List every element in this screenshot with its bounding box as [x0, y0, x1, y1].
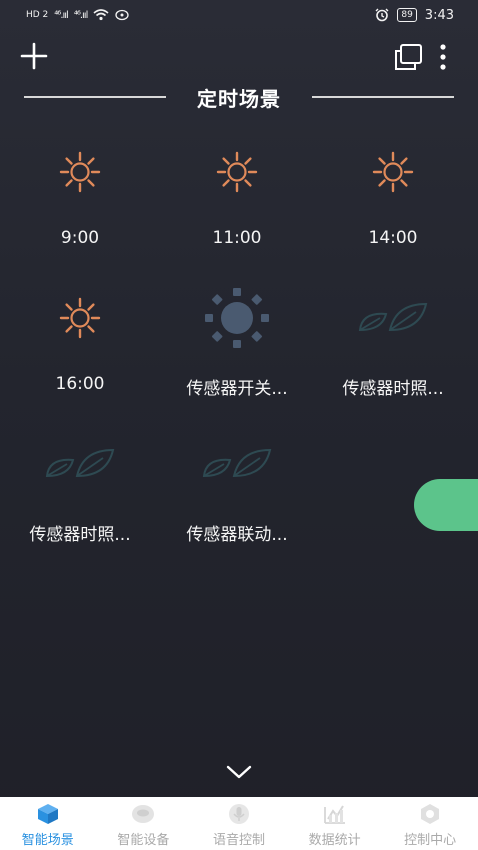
scene-label: 传感器时照... [342, 379, 444, 399]
chart-icon [323, 805, 345, 824]
floating-action-button[interactable] [414, 479, 478, 531]
sun-outline-icon [56, 148, 104, 200]
scene-item[interactable]: 传感器开关... [159, 288, 315, 408]
tab-label: 语音控制 [212, 833, 265, 848]
sun-outline-icon [369, 148, 417, 200]
section-title-row: 定时场景 [0, 78, 478, 116]
chevron-down-icon[interactable] [224, 762, 254, 782]
microphone-icon [228, 804, 249, 824]
tab-smart-device[interactable]: 智能设备 [96, 797, 192, 850]
add-icon[interactable] [20, 42, 48, 70]
tab-data-statistics[interactable]: 数据统计 [287, 797, 383, 850]
scene-item[interactable]: 11:00 [159, 142, 315, 262]
hexagon-icon [421, 804, 440, 824]
scene-item[interactable]: 16:00 [2, 288, 158, 408]
scene-label: 传感器开关... [186, 379, 288, 399]
scene-item[interactable]: 传感器联动... [159, 434, 315, 554]
scene-item[interactable]: 传感器时照... [315, 288, 471, 408]
copy-icon[interactable] [393, 43, 423, 71]
sun-outline-icon [213, 148, 261, 200]
status-left: HD 2 ⁴⁶.ııl ⁴⁶.ııl [26, 9, 130, 21]
hd-indicator: HD 2 [26, 10, 49, 20]
more-menu-icon[interactable] [438, 43, 448, 71]
tab-label: 智能场景 [21, 833, 74, 848]
page-title: 定时场景 [197, 86, 281, 111]
scene-item[interactable]: 14:00 [315, 142, 471, 262]
sun-outline-icon [56, 294, 104, 346]
bottom-tab-bar: 智能场景 智能设备 语音控制 数据统计 控制中心 [0, 797, 478, 850]
clock: 3:43 [424, 7, 454, 23]
leaf-icon [43, 446, 117, 484]
title-divider-right [312, 96, 454, 98]
scene-label: 传感器时照... [29, 525, 131, 545]
scene-item[interactable]: 9:00 [2, 142, 158, 262]
status-right: 89 3:43 [375, 8, 454, 23]
tab-label: 数据统计 [308, 833, 361, 848]
title-divider-left [24, 96, 166, 98]
tab-smart-scene[interactable]: 智能场景 [0, 797, 96, 850]
tab-control-center[interactable]: 控制中心 [382, 797, 478, 850]
signal-1-icon: ⁴⁶.ııl [54, 9, 68, 21]
leaf-icon [356, 300, 430, 338]
scene-label: 9:00 [60, 228, 100, 248]
alarm-icon [375, 8, 389, 22]
scene-label: 16:00 [55, 374, 105, 394]
tab-label: 智能设备 [117, 833, 170, 848]
scene-label: 11:00 [212, 228, 262, 248]
scene-label: 14:00 [368, 228, 418, 248]
device-icon [132, 805, 155, 823]
cube-icon [37, 804, 58, 824]
top-bar [0, 38, 478, 78]
scene-label: 传感器联动... [186, 525, 288, 545]
scene-item[interactable]: 传感器时照... [2, 434, 158, 554]
leaf-icon [200, 446, 274, 484]
signal-2-icon: ⁴⁶.ııl [73, 9, 88, 21]
tab-label: 控制中心 [404, 833, 457, 848]
battery-indicator: 89 [397, 8, 417, 22]
sun-filled-icon [203, 288, 271, 352]
tab-voice-control[interactable]: 语音控制 [191, 797, 287, 850]
status-bar: HD 2 ⁴⁶.ııl ⁴⁶.ııl 89 3:43 [0, 0, 478, 30]
nfc-icon [115, 9, 130, 21]
wifi-icon [93, 9, 109, 21]
